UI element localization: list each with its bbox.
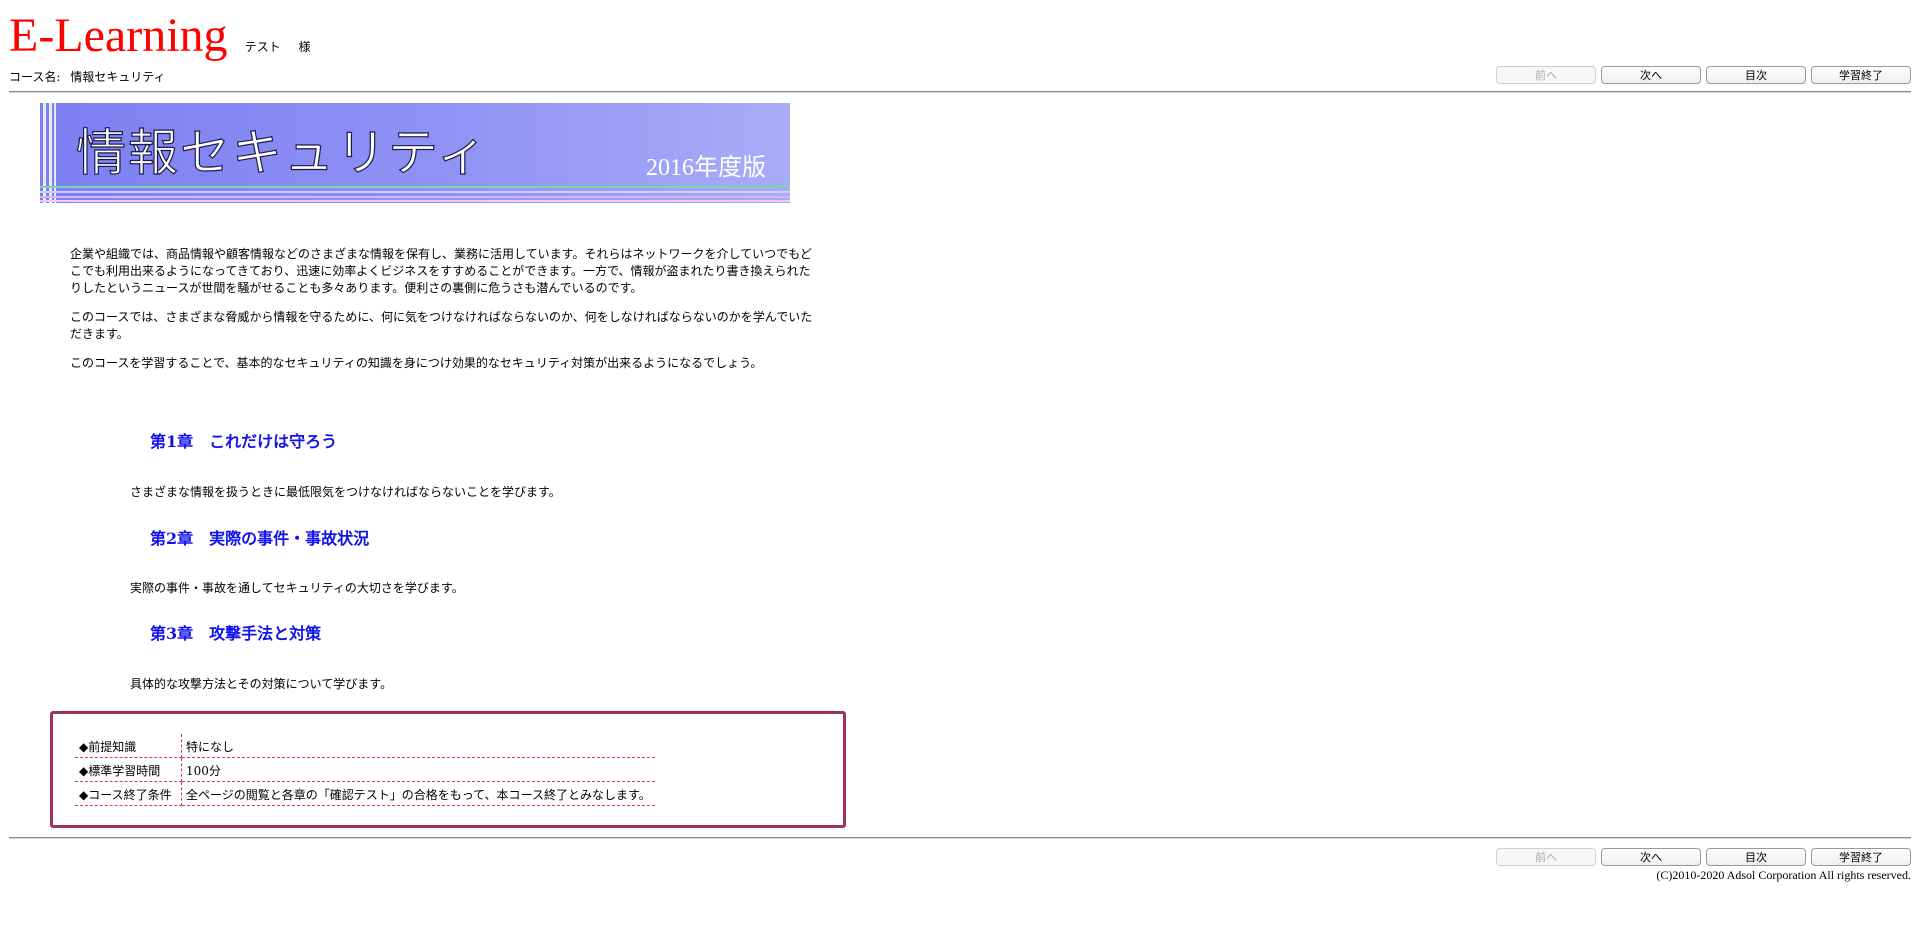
intro-paragraph: このコースを学習することで、基本的なセキュリティの知識を身につけ効果的なセキュリ… <box>70 356 763 370</box>
banner-line <box>40 186 790 188</box>
copyright-notice: (C)2010-2020 Adsol Corporation All right… <box>1656 868 1911 882</box>
info-label: ◆標準学習時間 <box>75 757 182 782</box>
user-greeting: テスト 様 <box>245 38 311 55</box>
info-value: 全ページの閲覧と各章の「確認テスト」の合格をもって、本コース終了とみなします。 <box>181 781 655 806</box>
course-info-box: ◆前提知識 特になし ◆標準学習時間 100分 ◆コース終了条件 全ページの閲覧… <box>50 711 846 828</box>
course-label: コース名: <box>9 70 61 84</box>
bottom-navigation: 前へ 次へ 目次 学習終了 <box>1496 848 1911 866</box>
next-button-bottom[interactable]: 次へ <box>1601 848 1701 866</box>
banner-year: 2016年度版 <box>646 155 766 181</box>
prev-button-top[interactable]: 前へ <box>1496 66 1596 84</box>
next-button-top[interactable]: 次へ <box>1601 66 1701 84</box>
user-suffix: 様 <box>298 40 311 54</box>
course-info-table: ◆前提知識 特になし ◆標準学習時間 100分 ◆コース終了条件 全ページの閲覧… <box>75 734 655 806</box>
chapter-2-title[interactable]: 第2章 実際の事件・事故状況 <box>150 525 369 549</box>
chapter-3-description: 具体的な攻撃方法とその対策について学びます。 <box>130 677 393 691</box>
toc-button-bottom[interactable]: 目次 <box>1706 848 1806 866</box>
banner-line <box>40 191 790 193</box>
user-name: テスト <box>244 40 281 54</box>
chapter-2-description: 実際の事件・事故を通してセキュリティの大切さを学びます。 <box>130 581 464 595</box>
banner-stripe <box>54 103 56 203</box>
info-row: ◆標準学習時間 100分 <box>75 757 655 782</box>
bottom-divider <box>9 837 1911 839</box>
top-navigation: 前へ 次へ 目次 学習終了 <box>1496 66 1911 84</box>
chapter-3-title[interactable]: 第3章 攻撃手法と対策 <box>150 620 321 644</box>
intro-paragraph: このコースでは、さまざまな脅威から情報を守るために、何に気をつけなければならない… <box>70 310 813 341</box>
intro-paragraph: 企業や組織では、商品情報や顧客情報などのさまざまな情報を保有し、業務に活用してい… <box>70 247 812 295</box>
finish-button-bottom[interactable]: 学習終了 <box>1811 848 1911 866</box>
top-divider <box>9 91 1911 93</box>
info-row: ◆前提知識 特になし <box>75 734 655 758</box>
info-value: 100分 <box>181 757 655 782</box>
course-introduction: 企業や組織では、商品情報や顧客情報などのさまざまな情報を保有し、業務に活用してい… <box>70 246 820 384</box>
banner-title: 情報セキュリティ <box>75 123 489 182</box>
info-label: ◆コース終了条件 <box>75 781 182 806</box>
course-name-row: コース名: 情報セキュリティ <box>9 68 166 85</box>
banner-line <box>40 200 790 202</box>
info-label: ◆前提知識 <box>75 734 182 758</box>
chapter-1-description: さまざまな情報を扱うときに最低限気をつけなければならないことを学びます。 <box>130 485 561 499</box>
chapter-1-title[interactable]: 第1章 これだけは守ろう <box>150 428 337 452</box>
prev-button-bottom[interactable]: 前へ <box>1496 848 1596 866</box>
info-value: 特になし <box>181 734 655 758</box>
header: E-Learning テスト 様 <box>9 8 311 64</box>
toc-button-top[interactable]: 目次 <box>1706 66 1806 84</box>
course-name: 情報セキュリティ <box>70 70 166 84</box>
banner-stripe <box>43 103 46 203</box>
course-banner: 情報セキュリティ 2016年度版 <box>40 103 790 203</box>
banner-line <box>40 196 790 198</box>
finish-button-top[interactable]: 学習終了 <box>1811 66 1911 84</box>
info-row: ◆コース終了条件 全ページの閲覧と各章の「確認テスト」の合格をもって、本コース終… <box>75 781 655 806</box>
banner-stripe <box>49 103 52 203</box>
site-logo: E-Learning <box>9 9 228 62</box>
